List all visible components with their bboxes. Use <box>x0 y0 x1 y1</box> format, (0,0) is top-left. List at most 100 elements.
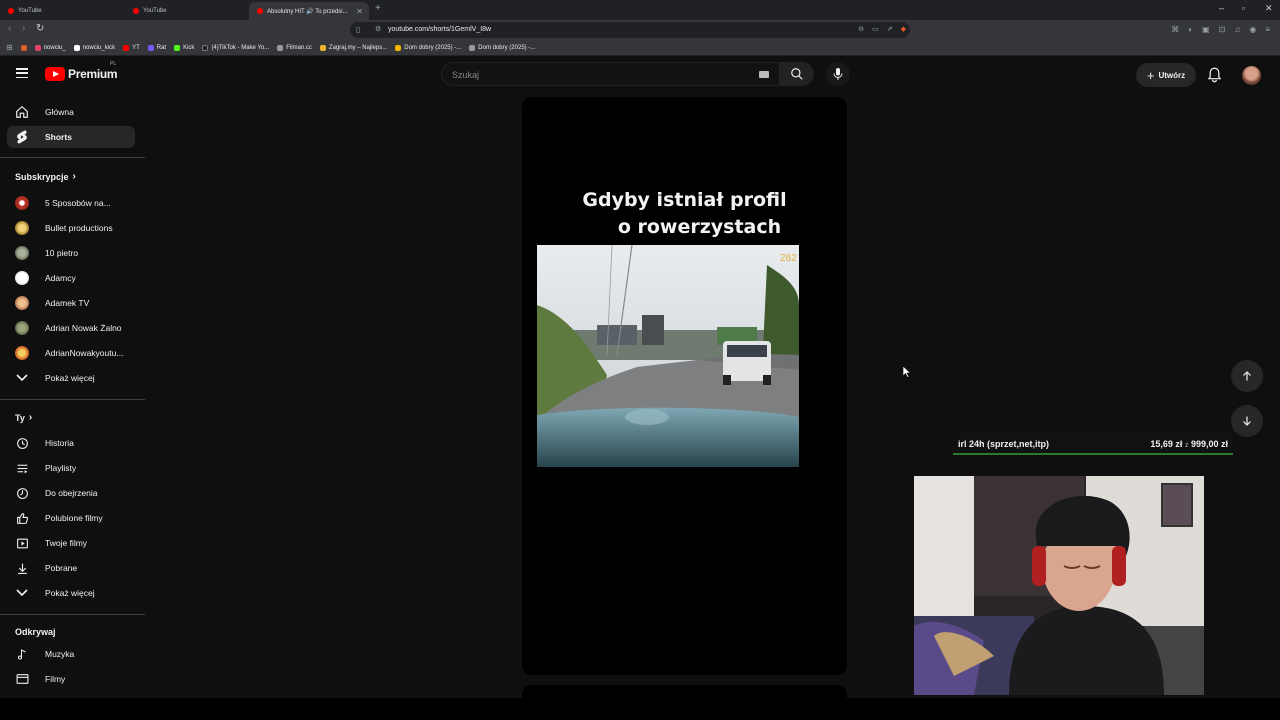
bookmark-item[interactable]: Dom dobry (2025) -... <box>469 44 535 51</box>
bookmark-item[interactable] <box>20 44 27 51</box>
caption-line: Gdyby istniał profil <box>582 189 787 211</box>
sidebar-item-watch-later[interactable]: Do obejrzenia <box>7 482 135 504</box>
sidebar-item-music[interactable]: Muzyka <box>7 643 135 665</box>
previous-short-button[interactable] <box>1231 360 1263 392</box>
brave-shield-icon[interactable]: ◆ <box>901 25 906 33</box>
bookmark-item[interactable]: (4)TikTok - Make Yo... <box>202 44 269 51</box>
back-icon[interactable]: ‹ <box>8 23 11 34</box>
create-button[interactable]: + Utwórz <box>1136 63 1196 87</box>
next-short-button[interactable] <box>1231 405 1263 437</box>
bookmark-item[interactable]: Dom dobry (2025) -... <box>395 44 461 51</box>
sidebar-item-history[interactable]: Historia <box>7 432 135 454</box>
wallet-icon[interactable]: ◉ <box>1249 25 1256 34</box>
youtube-premium-logo[interactable]: Premium PL <box>45 61 118 81</box>
sidebar-show-more[interactable]: Pokaż więcej <box>7 367 135 389</box>
forward-icon[interactable]: › <box>22 23 25 34</box>
shorts-icon <box>15 130 29 144</box>
shorts-player[interactable]: Gdyby istniał profil o rowerzystach 282 <box>522 97 847 675</box>
bookmark-item[interactable]: nowciu_kick <box>73 44 115 51</box>
music-icon <box>15 647 29 661</box>
extension-icon[interactable]: ⊡ <box>1219 25 1226 34</box>
sidebar-item-label: Playlisty <box>45 463 77 473</box>
arrow-down-icon <box>1243 416 1251 426</box>
sidebar-item-label: Shorts <box>45 132 72 142</box>
maximize-icon[interactable]: ▫ <box>1242 3 1245 13</box>
extension-icon[interactable]: ▣ <box>1202 25 1210 34</box>
bookmark-item[interactable]: YT <box>123 44 140 51</box>
chevron-right-icon: › <box>72 171 76 182</box>
sidebar-item-playlists[interactable]: Playlisty <box>7 457 135 479</box>
sidebar-item-downloads[interactable]: Pobrane <box>7 557 135 579</box>
channel-avatar <box>15 321 29 335</box>
sidebar-item-your-videos[interactable]: Twoje filmy <box>7 532 135 554</box>
sidebar-item-label: Twoje filmy <box>45 538 88 548</box>
create-label: Utwórz <box>1158 70 1186 80</box>
share-icon[interactable]: ⇗ <box>887 25 893 33</box>
sidebar-item-subscription[interactable]: 5 Sposobów na... <box>7 192 135 214</box>
youtube-favicon-icon <box>133 8 139 14</box>
microphone-icon <box>833 68 843 80</box>
browser-tab-bar: YouTube YouTube Absolutny HIT 🔊 To przed… <box>0 0 1280 20</box>
chevron-down-icon <box>15 586 29 600</box>
notifications-bell-icon[interactable] <box>1207 67 1222 83</box>
voice-search-button[interactable] <box>826 62 850 86</box>
browser-tab[interactable]: YouTube <box>0 2 125 20</box>
tab-title: Absolutny HIT 🔊 To przedsi... <box>267 8 348 15</box>
minimize-icon[interactable]: – <box>1219 3 1224 13</box>
zoom-icon[interactable]: ⊖ <box>858 25 864 33</box>
close-tab-icon[interactable]: ✕ <box>356 7 363 16</box>
sidebar-item-label: Główna <box>45 107 74 117</box>
sidebar-item-subscription[interactable]: 10 pietro <box>7 242 135 264</box>
omnibox[interactable]: ▯ ⚙ youtube.com/shorts/1GemlV_I8w ⊖ ▭ ⇗ … <box>350 22 910 38</box>
bookmark-icon[interactable]: ▯ <box>356 25 360 34</box>
music-control-icon[interactable]: ♫ <box>1234 25 1240 34</box>
sidebar-item-subscription[interactable]: Adamek TV <box>7 292 135 314</box>
sidebar-item-subscription[interactable]: Adrian Nowak Żalno <box>7 317 135 339</box>
account-avatar[interactable] <box>1242 66 1261 85</box>
sidebar-item-label: Do obejrzenia <box>45 488 98 498</box>
browser-tab-active[interactable]: Absolutny HIT 🔊 To przedsi... ✕ <box>249 2 369 20</box>
subscriptions-heading[interactable]: Subskrypcje › <box>15 171 76 182</box>
bookmark-item[interactable]: Filman.cc <box>277 44 312 51</box>
youtube-favicon-icon <box>257 8 263 14</box>
watch-later-icon <box>15 486 29 500</box>
apps-grid-icon[interactable]: ⊞ <box>6 43 13 52</box>
extension-icon[interactable]: ⌘ <box>1171 25 1179 34</box>
sidebar-item-label: Polubione filmy <box>45 513 103 523</box>
sidebar-item-label: Historia <box>45 438 74 448</box>
sidebar-item-subscription[interactable]: Adamcy <box>7 267 135 289</box>
search-input[interactable]: Szukaj <box>441 62 780 86</box>
keyboard-icon[interactable] <box>759 71 769 78</box>
search-placeholder: Szukaj <box>452 70 480 80</box>
sidebar-item-shorts[interactable]: Shorts <box>7 126 135 148</box>
bookmark-item[interactable]: Zagraj.my – Najleps... <box>319 44 387 51</box>
explore-heading: Odkrywaj <box>15 627 56 637</box>
bookmark-item[interactable]: Kick <box>174 44 194 51</box>
url-text[interactable]: youtube.com/shorts/1GemlV_I8w <box>388 26 491 33</box>
sidebar-item-subscription[interactable]: Bullet productions <box>7 217 135 239</box>
new-tab-icon[interactable]: + <box>375 3 381 14</box>
site-info-icon[interactable]: ⚙ <box>375 25 381 33</box>
sidebar-show-more[interactable]: Pokaż więcej <box>7 582 135 604</box>
sidebar-item-subscription[interactable]: AdrianNowakyoutu... <box>7 342 135 364</box>
you-heading[interactable]: Ty › <box>15 412 32 423</box>
sidebar-item-movies[interactable]: Filmy <box>7 668 135 690</box>
menu-icon[interactable]: ≡ <box>1265 25 1270 34</box>
goal-amount: 15,69 zł z 999,00 zł <box>1150 438 1228 449</box>
reload-icon[interactable]: ↻ <box>36 23 44 34</box>
arrow-up-icon <box>1243 371 1251 381</box>
hamburger-menu-icon[interactable] <box>16 68 28 78</box>
bookmark-item[interactable]: Rat <box>147 44 166 51</box>
browser-tab[interactable]: YouTube <box>125 2 250 20</box>
close-window-icon[interactable]: ✕ <box>1265 3 1273 14</box>
search-button[interactable] <box>780 62 814 86</box>
youtube-header: Premium PL Szukaj + Utwórz <box>0 57 1280 93</box>
sidebar-item-home[interactable]: Główna <box>7 101 135 123</box>
extension-icon[interactable]: ◐ <box>1188 25 1193 34</box>
sidebar-item-label: Muzyka <box>45 649 75 659</box>
bookmark-item[interactable]: nowciu_ <box>34 44 66 51</box>
cast-icon[interactable]: ▭ <box>872 25 879 33</box>
sidebar-item-label: 10 pietro <box>45 248 79 258</box>
sidebar-item-liked[interactable]: Polubione filmy <box>7 507 135 529</box>
your-videos-icon <box>15 536 29 550</box>
